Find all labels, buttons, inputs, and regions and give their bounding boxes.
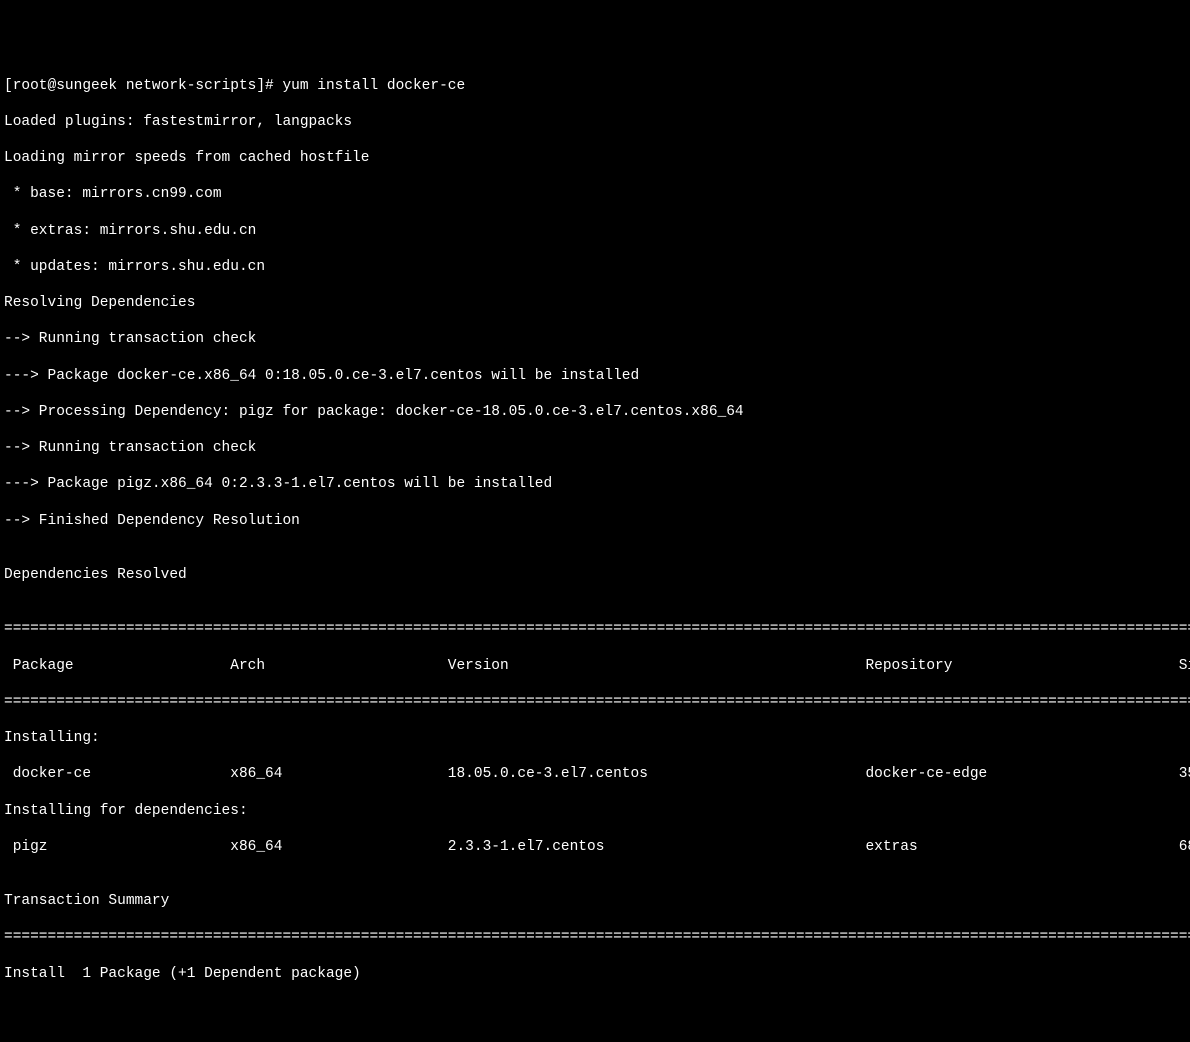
output-line: --> Running transaction check [4, 330, 1186, 348]
section-label-installing-deps: Installing for dependencies: [4, 802, 1186, 820]
table-divider: ========================================… [4, 928, 1186, 946]
output-line: Loading mirror speeds from cached hostfi… [4, 149, 1186, 167]
command-line: [root@sungeek network-scripts]# yum inst… [4, 77, 1186, 95]
shell-prompt: [root@sungeek network-scripts]# [4, 78, 282, 94]
output-line: * base: mirrors.cn99.com [4, 185, 1186, 203]
table-header: Package Arch Version Repository Size [4, 657, 1186, 675]
output-line: Loaded plugins: fastestmirror, langpacks [4, 113, 1186, 131]
table-divider: ========================================… [4, 693, 1186, 711]
transaction-summary-label: Transaction Summary [4, 892, 1186, 910]
shell-command[interactable]: yum install docker-ce [282, 78, 465, 94]
output-line: ---> Package docker-ce.x86_64 0:18.05.0.… [4, 367, 1186, 385]
install-summary: Install 1 Package (+1 Dependent package) [4, 965, 1186, 983]
output-line: Resolving Dependencies [4, 294, 1186, 312]
output-line: * extras: mirrors.shu.edu.cn [4, 222, 1186, 240]
output-line: --> Running transaction check [4, 439, 1186, 457]
table-divider: ========================================… [4, 620, 1186, 638]
output-line: --> Processing Dependency: pigz for pack… [4, 403, 1186, 421]
output-line: ---> Package pigz.x86_64 0:2.3.3-1.el7.c… [4, 475, 1186, 493]
table-row: docker-ce x86_64 18.05.0.ce-3.el7.centos… [4, 765, 1186, 783]
output-line: * updates: mirrors.shu.edu.cn [4, 258, 1186, 276]
section-label-installing: Installing: [4, 729, 1186, 747]
table-row: pigz x86_64 2.3.3-1.el7.centos extras 68… [4, 838, 1186, 856]
output-line: Dependencies Resolved [4, 566, 1186, 584]
